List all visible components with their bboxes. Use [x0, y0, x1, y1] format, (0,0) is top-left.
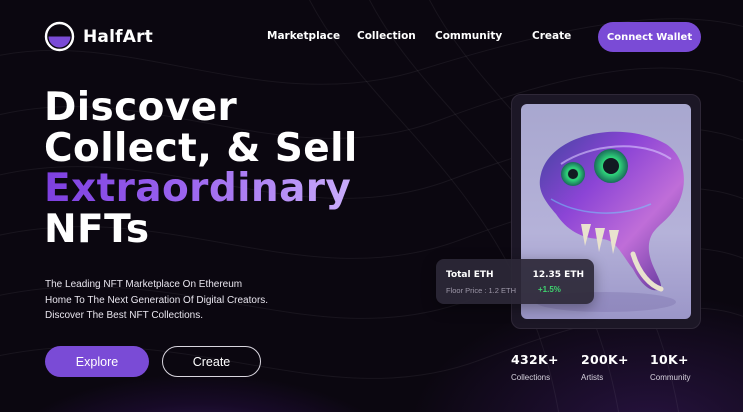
stat-label: Community: [650, 373, 691, 382]
hero-description: The Leading NFT Marketplace On Ethereum …: [45, 277, 268, 324]
stat-value: 200K+: [581, 352, 629, 367]
nav-item-marketplace[interactable]: Marketplace: [267, 30, 340, 42]
explore-button[interactable]: Explore: [45, 346, 149, 377]
stat-value: 432K+: [511, 352, 559, 367]
hero-headline: Discover Collect, & Sell Extraordinary N…: [44, 85, 358, 252]
nav-item-create[interactable]: Create: [532, 30, 571, 42]
headline-line-discover: Discover: [44, 85, 238, 130]
floor-price-text: Floor Price : 1.2 ETH: [446, 286, 517, 295]
stat-collections: 432K+ Collections: [511, 352, 559, 382]
stat-artists: 200K+ Artists: [581, 352, 629, 382]
create-button[interactable]: Create: [162, 346, 261, 377]
nav-item-collection[interactable]: Collection: [357, 30, 416, 42]
price-change-badge: +1.5%: [538, 285, 561, 294]
stat-community: 10K+ Community: [650, 352, 690, 382]
description-line: Home To The Next Generation Of Digital C…: [45, 294, 269, 306]
stat-value: 10K+: [650, 352, 689, 367]
nav-item-community[interactable]: Community: [435, 30, 502, 42]
total-eth-panel: Total ETH 12.35 ETH Floor Price : 1.2 ET…: [436, 259, 594, 304]
headline-line-collect-sell: Collect, & Sell: [44, 125, 358, 171]
total-eth-value: 12.35 ETH: [532, 270, 584, 280]
description-line: Discover The Best NFT Collections.: [45, 310, 204, 321]
headline-accent-extraordinary: Extraordinary: [44, 168, 358, 210]
stat-label: Collections: [511, 373, 551, 382]
stat-label: Artists: [581, 373, 604, 382]
total-eth-label: Total ETH: [446, 270, 494, 280]
connect-wallet-button[interactable]: Connect Wallet: [598, 22, 701, 52]
description-line: The Leading NFT Marketplace On Ethereum: [45, 279, 243, 290]
headline-line-nfts: NFTs: [44, 206, 150, 252]
